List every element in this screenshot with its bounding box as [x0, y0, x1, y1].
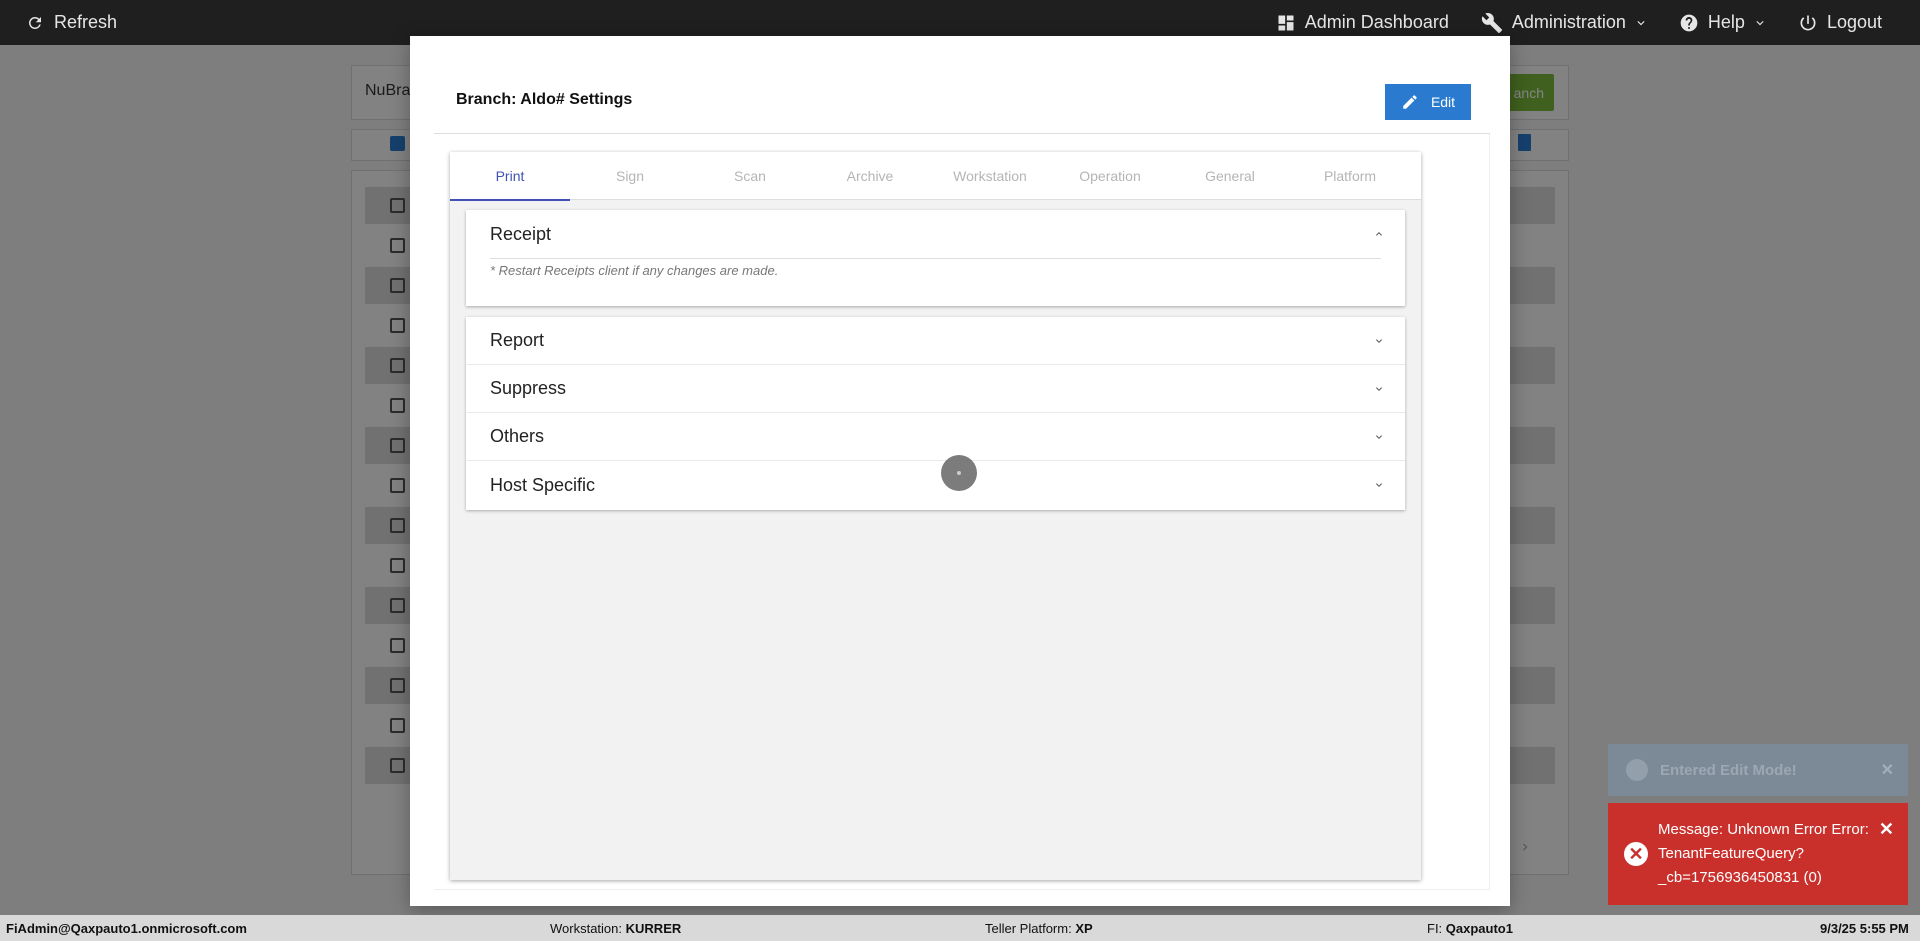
receipt-section-title: Receipt	[490, 223, 552, 244]
receipt-note: * Restart Receipts client if any changes…	[490, 263, 779, 278]
chevron-down-icon	[1376, 339, 1382, 343]
footer-workstation-value: KURRER	[625, 921, 682, 936]
help-label: Help	[1707, 12, 1745, 32]
power-icon	[1800, 15, 1816, 31]
tab-archive[interactable]: Archive	[810, 152, 930, 200]
tab-platform[interactable]: Platform	[1290, 152, 1410, 200]
admin-dashboard-label: Admin Dashboard	[1304, 12, 1449, 32]
footer-teller-platform: Teller Platform: XP	[985, 921, 1093, 936]
host-specific-section-title: Host Specific	[490, 474, 596, 495]
refresh-icon	[28, 16, 41, 29]
tab-sign[interactable]: Sign	[570, 152, 690, 200]
logout-label: Logout	[1826, 12, 1882, 32]
footer-fi-label: FI:	[1427, 921, 1443, 936]
dialog-body: Print Sign Scan Archive Workstation Oper…	[434, 134, 1490, 890]
error-icon: ✕	[1624, 842, 1648, 866]
suppress-section-header[interactable]: Suppress	[466, 365, 1405, 413]
tab-print[interactable]: Print	[450, 152, 570, 201]
error-toast-text: Message: Unknown Error Error: TenantFeat…	[1658, 821, 1869, 886]
report-section-header[interactable]: Report	[466, 317, 1405, 365]
refresh-label: Refresh	[54, 12, 118, 32]
footer-teller-value: XP	[1075, 921, 1093, 936]
edit-button[interactable]: Edit	[1385, 84, 1471, 120]
info-toast: Entered Edit Mode! ✕	[1608, 744, 1908, 796]
footer-datetime: 9/3/25 5:55 PM	[1820, 921, 1909, 936]
chevron-down-icon	[1376, 387, 1382, 391]
pencil-icon	[1403, 95, 1417, 109]
mouse-cursor	[941, 455, 977, 491]
others-section-title: Others	[490, 426, 545, 446]
help-icon	[1680, 14, 1698, 31]
settings-sections-list: Report Suppress Others Host Specific	[466, 317, 1405, 510]
report-section-title: Report	[490, 330, 545, 350]
host-specific-section-header[interactable]: Host Specific	[466, 461, 1405, 509]
footer-fi-value: Qaxpauto1	[1445, 921, 1513, 936]
wrench-icon	[1481, 12, 1502, 33]
status-footer: FiAdmin@Qaxpauto1.onmicrosoft.com Workst…	[0, 915, 1920, 941]
refresh-button[interactable]: Refresh	[26, 12, 117, 33]
chevron-down-icon	[1376, 483, 1382, 487]
tab-workstation[interactable]: Workstation	[930, 152, 1050, 200]
footer-teller-label: Teller Platform:	[985, 921, 1072, 936]
footer-workstation: Workstation: KURRER	[550, 921, 681, 936]
help-menu[interactable]: Help	[1679, 12, 1766, 33]
info-toast-text: Entered Edit Mode!	[1660, 761, 1797, 779]
suppress-section-title: Suppress	[490, 378, 567, 398]
chevron-right-icon[interactable]	[1518, 840, 1532, 854]
dashboard-icon	[1278, 15, 1294, 30]
tab-operation[interactable]: Operation	[1050, 152, 1170, 200]
chevron-down-icon	[1637, 20, 1645, 25]
receipt-section-header[interactable]: Receipt	[466, 210, 1405, 258]
footer-user: FiAdmin@Qaxpauto1.onmicrosoft.com	[6, 921, 247, 936]
dialog-header: Branch: Aldo# Settings Edit	[434, 60, 1490, 134]
others-section-header[interactable]: Others	[466, 413, 1405, 461]
close-icon[interactable]: ✕	[1881, 760, 1894, 780]
edit-label: Edit	[1430, 94, 1456, 110]
chevron-down-icon	[1376, 435, 1382, 439]
administration-menu[interactable]: Administration	[1481, 12, 1647, 34]
logout-button[interactable]: Logout	[1798, 12, 1882, 33]
settings-tabs: Print Sign Scan Archive Workstation Oper…	[450, 152, 1421, 201]
admin-dashboard-link[interactable]: Admin Dashboard	[1276, 12, 1449, 33]
info-icon	[1626, 759, 1648, 781]
footer-fi: FI: Qaxpauto1	[1427, 921, 1513, 936]
error-toast: ✕ Message: Unknown Error Error: TenantFe…	[1608, 803, 1908, 905]
chevron-down-icon	[1756, 20, 1764, 25]
dialog-title: Branch: Aldo# Settings	[456, 91, 633, 108]
receipt-section: Receipt * Restart Receipts client if any…	[466, 210, 1405, 306]
tab-general[interactable]: General	[1170, 152, 1290, 200]
tab-scan[interactable]: Scan	[690, 152, 810, 200]
settings-panel: Print Sign Scan Archive Workstation Oper…	[450, 152, 1421, 880]
footer-workstation-label: Workstation:	[550, 921, 623, 936]
chevron-up-icon	[1376, 232, 1382, 236]
close-icon[interactable]: ✕	[1879, 817, 1894, 841]
administration-label: Administration	[1511, 12, 1626, 32]
